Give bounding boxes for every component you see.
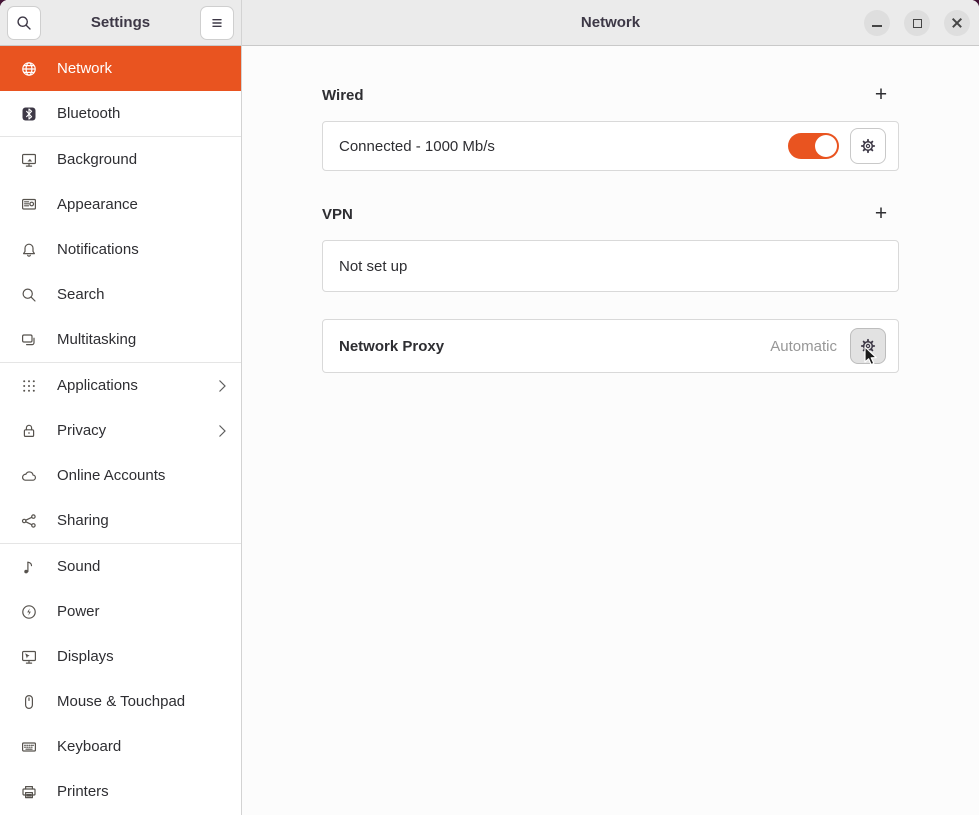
sidebar-item-label: Keyboard — [57, 738, 227, 755]
add-vpn-button[interactable]: + — [868, 201, 894, 227]
vpn-section-header: VPN + — [322, 204, 899, 224]
page-title: Network — [581, 14, 640, 31]
add-wired-connection-button[interactable]: + — [868, 82, 894, 108]
sidebar-item-label: Notifications — [57, 241, 227, 258]
sidebar-header: Settings — [0, 0, 241, 46]
lock-icon — [21, 423, 37, 439]
sidebar-item-label: Search — [57, 286, 227, 303]
gear-icon — [860, 138, 876, 154]
sidebar-item-online-accounts[interactable]: Online Accounts — [0, 453, 241, 498]
apps-grid-icon — [21, 378, 37, 394]
cloud-icon — [21, 468, 37, 484]
network-proxy-row: Network Proxy Automatic — [322, 319, 899, 373]
sidebar-item-label: Multitasking — [57, 331, 227, 348]
globe-icon — [21, 61, 37, 77]
sidebar-list: Network Bluetooth Background Appeara — [0, 46, 241, 815]
multitasking-icon — [21, 332, 37, 348]
sidebar-item-power[interactable]: Power — [0, 589, 241, 634]
close-icon — [951, 17, 963, 29]
network-content: Wired + Connected - 1000 Mb/s — [242, 46, 979, 815]
network-proxy-label: Network Proxy — [339, 338, 770, 355]
sidebar-item-keyboard[interactable]: Keyboard — [0, 724, 241, 769]
wired-section-header: Wired + — [322, 85, 899, 105]
maximize-button[interactable] — [904, 10, 930, 36]
minimize-icon — [872, 25, 882, 27]
sidebar-title: Settings — [91, 14, 150, 31]
sidebar-item-privacy[interactable]: Privacy — [0, 408, 241, 453]
sidebar-item-sharing[interactable]: Sharing — [0, 498, 241, 543]
vpn-section-title: VPN — [322, 206, 353, 223]
sidebar-item-label: Displays — [57, 648, 227, 665]
display-icon — [21, 649, 37, 665]
vpn-row: Not set up — [322, 240, 899, 292]
printer-icon — [21, 784, 37, 800]
wired-settings-button[interactable] — [850, 128, 886, 164]
sidebar-item-printers[interactable]: Printers — [0, 769, 241, 814]
maximize-icon — [913, 19, 922, 28]
window-controls — [864, 0, 970, 46]
bluetooth-icon — [21, 106, 37, 122]
sidebar-item-sound[interactable]: Sound — [0, 544, 241, 589]
keyboard-icon — [21, 739, 37, 755]
sidebar-item-label: Online Accounts — [57, 467, 227, 484]
main-header: Network — [242, 0, 979, 46]
sidebar-item-label: Mouse & Touchpad — [57, 693, 227, 710]
magnifier-icon — [21, 287, 37, 303]
minimize-button[interactable] — [864, 10, 890, 36]
close-button[interactable] — [944, 10, 970, 36]
menu-button[interactable] — [200, 6, 234, 40]
hamburger-icon — [209, 15, 225, 31]
sidebar-item-applications[interactable]: Applications — [0, 363, 241, 408]
mouse-icon — [21, 694, 37, 710]
sidebar-item-mouse-touchpad[interactable]: Mouse & Touchpad — [0, 679, 241, 724]
settings-window: Settings Network Bluetooth — [0, 0, 979, 815]
search-button[interactable] — [7, 6, 41, 40]
main-panel: Network Wired + Connected - 1000 Mb/s — [242, 0, 979, 815]
sidebar-item-displays[interactable]: Displays — [0, 634, 241, 679]
sidebar-item-label: Applications — [57, 377, 218, 394]
toggle-knob — [815, 135, 837, 157]
proxy-settings-button[interactable] — [850, 328, 886, 364]
appearance-icon — [21, 197, 37, 213]
sidebar-item-label: Printers — [57, 783, 227, 800]
sidebar-item-label: Power — [57, 603, 227, 620]
sidebar-item-label: Bluetooth — [57, 105, 227, 122]
sidebar-item-notifications[interactable]: Notifications — [0, 227, 241, 272]
sidebar: Settings Network Bluetooth — [0, 0, 242, 815]
wired-status-label: Connected - 1000 Mb/s — [339, 138, 788, 155]
sidebar-item-search[interactable]: Search — [0, 272, 241, 317]
chevron-right-icon — [218, 379, 227, 393]
sidebar-item-multitasking[interactable]: Multitasking — [0, 317, 241, 362]
wired-section-title: Wired — [322, 87, 364, 104]
sidebar-item-label: Background — [57, 151, 227, 168]
vpn-status-label: Not set up — [339, 258, 886, 275]
chevron-right-icon — [218, 424, 227, 438]
sidebar-item-appearance[interactable]: Appearance — [0, 182, 241, 227]
sidebar-item-background[interactable]: Background — [0, 137, 241, 182]
sidebar-item-label: Sharing — [57, 512, 227, 529]
sidebar-item-label: Privacy — [57, 422, 218, 439]
background-icon — [21, 152, 37, 168]
proxy-mode-value: Automatic — [770, 338, 837, 355]
gear-icon — [860, 338, 876, 354]
search-icon — [16, 15, 32, 31]
bell-icon — [21, 242, 37, 258]
wired-toggle[interactable] — [788, 133, 839, 159]
music-note-icon — [21, 559, 37, 575]
share-icon — [21, 513, 37, 529]
wired-connection-row: Connected - 1000 Mb/s — [322, 121, 899, 171]
sidebar-item-bluetooth[interactable]: Bluetooth — [0, 91, 241, 136]
sidebar-item-label: Network — [57, 60, 227, 77]
sidebar-item-label: Sound — [57, 558, 227, 575]
power-icon — [21, 604, 37, 620]
sidebar-item-label: Appearance — [57, 196, 227, 213]
sidebar-item-network[interactable]: Network — [0, 46, 241, 91]
